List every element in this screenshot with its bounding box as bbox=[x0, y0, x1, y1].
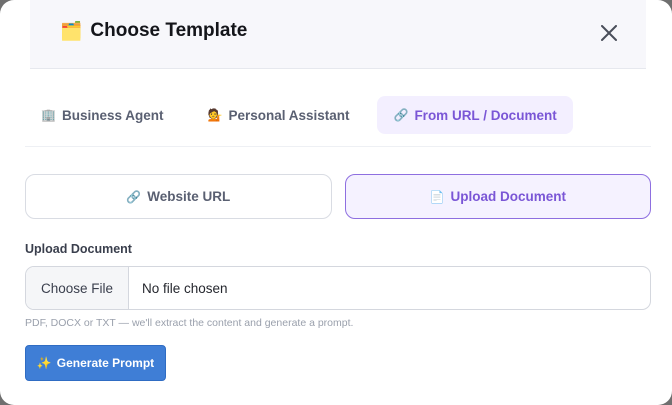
file-input[interactable]: Choose File No file chosen bbox=[25, 266, 651, 310]
source-toggle: 🔗 Website URL 📄 Upload Document bbox=[25, 174, 651, 219]
tab-label: Personal Assistant bbox=[228, 107, 350, 123]
sparkles-icon: ✨ bbox=[36, 356, 52, 370]
website-url-button[interactable]: 🔗 Website URL bbox=[25, 174, 332, 219]
upload-hint: PDF, DOCX or TXT — we'll extract the con… bbox=[25, 317, 354, 329]
upload-document-label: Upload Document bbox=[450, 189, 566, 204]
template-tabs: 🏢 Business Agent 💁 Personal Assistant 🔗 … bbox=[25, 96, 585, 134]
generate-prompt-label: Generate Prompt bbox=[56, 356, 155, 370]
tab-from-url-document[interactable]: 🔗 From URL / Document bbox=[377, 96, 573, 134]
close-icon bbox=[601, 25, 617, 41]
modal-header: 🗂️ Choose Template bbox=[30, 0, 646, 69]
link-icon: 🔗 bbox=[393, 108, 409, 122]
file-status-text: No file chosen bbox=[142, 280, 228, 296]
tabs-divider bbox=[25, 146, 651, 147]
generate-prompt-button[interactable]: ✨ Generate Prompt bbox=[25, 345, 166, 381]
upload-document-field-label: Upload Document bbox=[25, 242, 132, 256]
person-icon: 💁 bbox=[207, 108, 223, 122]
tab-label: Business Agent bbox=[61, 107, 164, 123]
upload-document-button[interactable]: 📄 Upload Document bbox=[344, 174, 651, 219]
modal-title-text: Choose Template bbox=[90, 20, 248, 41]
tab-business-agent[interactable]: 🏢 Business Agent bbox=[25, 96, 179, 134]
document-icon: 📄 bbox=[429, 189, 445, 204]
tab-label: From URL / Document bbox=[414, 107, 557, 123]
modal-title: 🗂️ Choose Template bbox=[60, 20, 247, 42]
website-url-label: Website URL bbox=[147, 189, 231, 204]
choose-template-modal: 🗂️ Choose Template 🏢 Business Agent 💁 Pe… bbox=[0, 0, 672, 405]
folder-icon: 🗂️ bbox=[60, 21, 83, 41]
tab-personal-assistant[interactable]: 💁 Personal Assistant bbox=[191, 96, 365, 134]
office-building-icon: 🏢 bbox=[41, 108, 56, 122]
close-button[interactable] bbox=[598, 22, 620, 44]
choose-file-button[interactable]: Choose File bbox=[26, 267, 129, 309]
link-icon: 🔗 bbox=[126, 189, 142, 204]
